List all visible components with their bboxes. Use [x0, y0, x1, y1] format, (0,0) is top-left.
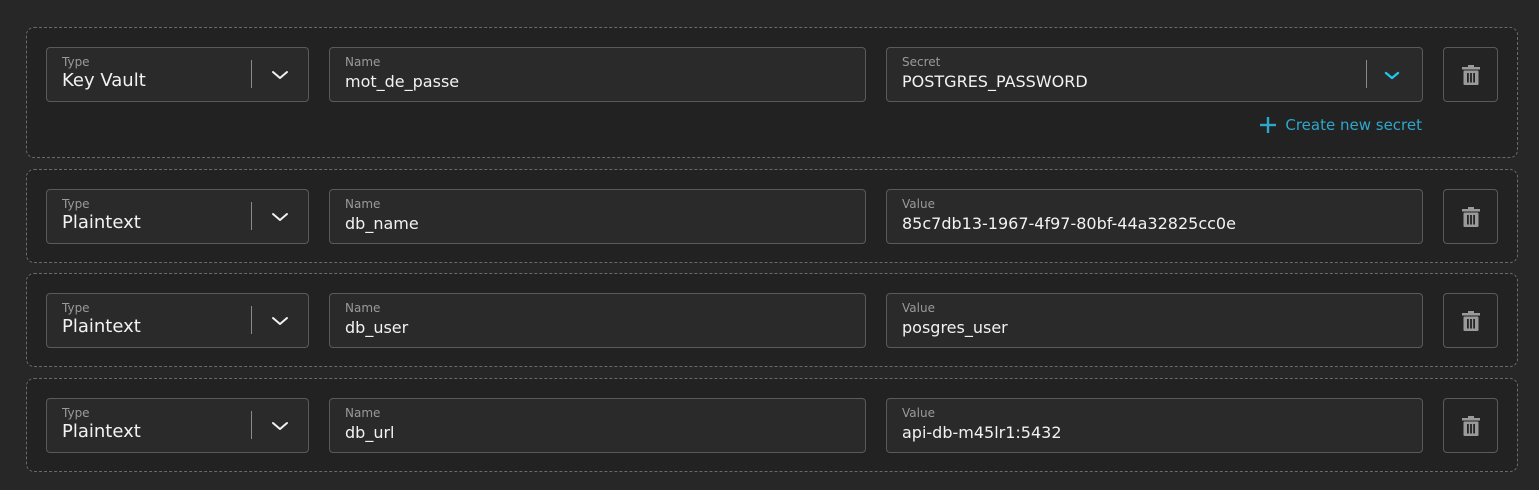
secret-label: Secret — [902, 55, 941, 69]
type-select[interactable]: Type Plaintext — [46, 189, 309, 244]
name-field[interactable]: Name db_user — [329, 293, 866, 348]
type-label: Type — [62, 301, 90, 315]
name-value: db_name — [345, 214, 419, 233]
create-new-secret-link[interactable]: Create new secret — [1260, 115, 1422, 135]
plus-icon — [1260, 117, 1277, 133]
secret-value: POSTGRES_PASSWORD — [902, 72, 1088, 91]
name-field[interactable]: Name db_name — [329, 189, 866, 244]
secret-select[interactable]: Secret POSTGRES_PASSWORD — [886, 47, 1423, 102]
chevron-down-icon[interactable] — [270, 311, 290, 331]
env-var-row: Type Plaintext Name db_url Value api-db-… — [26, 378, 1518, 472]
value-label: Value — [902, 197, 935, 211]
chevron-down-icon[interactable] — [1382, 65, 1402, 85]
name-value: db_user — [345, 318, 409, 337]
name-label: Name — [345, 55, 381, 69]
create-new-secret-label: Create new secret — [1285, 116, 1422, 134]
type-value: Plaintext — [62, 421, 141, 442]
env-var-row: Type Plaintext Name db_user Value posgre… — [26, 273, 1518, 367]
delete-button[interactable] — [1443, 398, 1498, 453]
value-value: posgres_user — [902, 318, 1008, 337]
type-value: Plaintext — [62, 212, 141, 233]
value-field[interactable]: Value posgres_user — [886, 293, 1423, 348]
name-value: mot_de_passe — [345, 72, 460, 91]
type-value: Key Vault — [62, 70, 146, 91]
value-field[interactable]: Value api-db-m45lr1:5432 — [886, 398, 1423, 453]
trash-icon — [1462, 65, 1480, 85]
type-label: Type — [62, 197, 90, 211]
type-value: Plaintext — [62, 316, 141, 337]
name-label: Name — [345, 406, 381, 420]
chevron-down-icon[interactable] — [270, 65, 290, 85]
select-divider — [251, 60, 252, 88]
value-label: Value — [902, 301, 935, 315]
value-value: api-db-m45lr1:5432 — [902, 423, 1062, 442]
value-value: 85c7db13-1967-4f97-80bf-44a32825cc0e — [902, 214, 1236, 233]
trash-icon — [1462, 207, 1480, 227]
select-divider — [251, 411, 252, 439]
select-divider — [1366, 60, 1367, 88]
trash-icon — [1462, 311, 1480, 331]
value-label: Value — [902, 406, 935, 420]
type-select[interactable]: Type Plaintext — [46, 293, 309, 348]
type-select[interactable]: Type Key Vault — [46, 47, 309, 102]
delete-button[interactable] — [1443, 47, 1498, 102]
trash-icon — [1462, 416, 1480, 436]
select-divider — [251, 202, 252, 230]
value-field[interactable]: Value 85c7db13-1967-4f97-80bf-44a32825cc… — [886, 189, 1423, 244]
chevron-down-icon[interactable] — [270, 416, 290, 436]
type-label: Type — [62, 406, 90, 420]
name-field[interactable]: Name mot_de_passe — [329, 47, 866, 102]
name-value: db_url — [345, 423, 395, 442]
chevron-down-icon[interactable] — [270, 207, 290, 227]
delete-button[interactable] — [1443, 189, 1498, 244]
env-var-row: Type Plaintext Name db_name Value 85c7db… — [26, 169, 1518, 263]
environment-variables-list: Type Key Vault Name mot_de_passe Secret … — [26, 27, 1518, 483]
name-label: Name — [345, 197, 381, 211]
delete-button[interactable] — [1443, 293, 1498, 348]
type-label: Type — [62, 55, 90, 69]
env-var-row: Type Key Vault Name mot_de_passe Secret … — [26, 27, 1518, 158]
name-field[interactable]: Name db_url — [329, 398, 866, 453]
name-label: Name — [345, 301, 381, 315]
select-divider — [251, 306, 252, 334]
type-select[interactable]: Type Plaintext — [46, 398, 309, 453]
